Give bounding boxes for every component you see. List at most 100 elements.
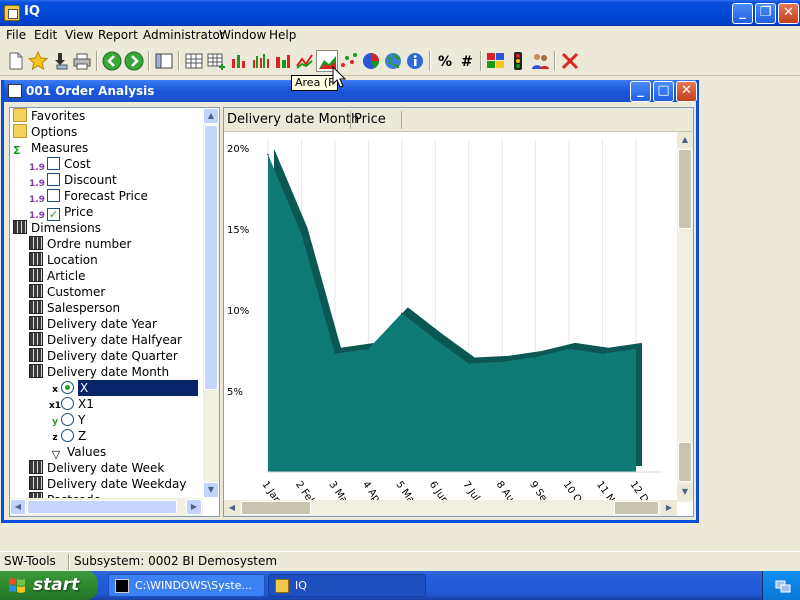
view-panel-icon[interactable] [153, 50, 175, 72]
new-document-icon[interactable] [5, 50, 27, 72]
bar-chart-icon[interactable] [228, 50, 250, 72]
scroll-down-icon[interactable]: ▼ [203, 482, 219, 498]
values-item[interactable]: ▽ Values [49, 444, 106, 461]
dimension-item[interactable]: Location [29, 252, 98, 268]
chart-scroll-right-icon[interactable]: ▶ [661, 500, 677, 516]
taskbar-item-cmd[interactable]: C:\WINDOWS\Syste... [108, 574, 265, 597]
axis-radio[interactable] [61, 429, 74, 442]
measure-checkbox[interactable] [47, 173, 60, 186]
menu-bar: File Edit View Report Administrator Wind… [0, 26, 800, 46]
tree-item-favorites[interactable]: Favorites [13, 108, 85, 124]
dimension-icon [29, 476, 43, 490]
header-delivery-date-month[interactable]: Delivery date Month [227, 112, 359, 127]
download-icon[interactable] [49, 50, 71, 72]
axis-z-option[interactable]: zZ [49, 428, 86, 444]
dimension-item[interactable]: Delivery date Quarter [29, 348, 178, 364]
dimension-item[interactable]: Salesperson [29, 300, 120, 316]
dimensions-icon [13, 220, 27, 234]
measure-cost[interactable]: 1.9 Cost [29, 156, 91, 173]
axis-radio[interactable] [61, 413, 74, 426]
axis-y-option[interactable]: yY [49, 412, 85, 428]
menu-help[interactable]: Help [269, 28, 296, 42]
tree-item-measures[interactable]: Σ Measures [13, 140, 88, 157]
percent-icon[interactable]: % [434, 50, 456, 72]
header-price[interactable]: Price [354, 112, 386, 127]
tree-item-dimensions[interactable]: Dimensions [13, 220, 101, 236]
menu-administrator[interactable]: Administrator [143, 28, 225, 42]
tree-item-options[interactable]: Options [13, 124, 77, 140]
axis-radio[interactable] [61, 397, 74, 410]
chart-scroll-down-icon[interactable]: ▼ [677, 484, 693, 500]
pie-chart-icon[interactable] [360, 50, 382, 72]
dimension-tree: Favorites Options Σ Measures 1.9 Cost 1.9 D… [9, 107, 220, 517]
dimension-item[interactable]: Customer [29, 284, 105, 300]
menu-view[interactable]: View [65, 28, 93, 42]
restore-button[interactable]: ❐ [755, 3, 776, 24]
chart-scroll-up-icon[interactable]: ▲ [677, 132, 693, 148]
print-icon[interactable] [71, 50, 93, 72]
axis-radio-selected[interactable] [61, 381, 74, 394]
chart-vscroll-thumb-2[interactable] [678, 442, 692, 482]
chart-vscroll-thumb[interactable] [678, 149, 692, 229]
tree-vertical-scrollbar[interactable]: ▲ ▼ [203, 108, 219, 498]
scroll-up-icon[interactable]: ▲ [203, 108, 219, 124]
chart-scroll-left-icon[interactable]: ◀ [224, 500, 240, 516]
data-point [601, 352, 604, 355]
chart-hscroll-thumb-2[interactable] [614, 501, 659, 515]
svg-text:#: # [461, 54, 473, 70]
chart-vertical-scrollbar[interactable]: ▲ ▼ [677, 132, 693, 502]
dimension-item[interactable]: Ordre number [29, 236, 132, 252]
axis-x-option[interactable]: xX [49, 380, 198, 396]
dimension-item[interactable]: Delivery date Halfyear [29, 332, 182, 348]
start-button[interactable]: start [0, 571, 98, 600]
hash-icon[interactable]: # [456, 50, 478, 72]
child-maximize-button[interactable]: □ [653, 81, 674, 102]
traffic-light-icon[interactable] [507, 50, 529, 72]
axis-x1-option[interactable]: x1 X1 [49, 396, 94, 412]
svg-text:%: % [438, 54, 452, 70]
forward-icon[interactable] [123, 50, 145, 72]
menu-window[interactable]: Window [219, 28, 266, 42]
minimize-button[interactable]: _ [732, 3, 753, 24]
favorite-star-icon[interactable] [27, 50, 49, 72]
scroll-left-icon[interactable]: ◀ [10, 499, 26, 515]
data-point [534, 356, 537, 358]
measure-discount[interactable]: 1.9 Discount [29, 172, 117, 189]
chart-horizontal-scrollbar[interactable]: ◀ ▶ [224, 500, 677, 516]
measure-price[interactable]: 1.9 ✓ Price [29, 204, 93, 221]
users-icon[interactable] [529, 50, 551, 72]
status-bar: SW-Tools Subsystem: 0002 BI Demosystem [0, 551, 800, 571]
info-icon[interactable] [404, 50, 426, 72]
tree-vscroll-thumb[interactable] [204, 125, 218, 390]
tree-horizontal-scrollbar[interactable]: ◀ ▶ [10, 498, 203, 516]
table-icon[interactable] [183, 50, 205, 72]
dimension-item[interactable]: Delivery date Week [29, 460, 164, 476]
dimension-item[interactable]: Delivery date Year [29, 316, 157, 332]
dimension-item[interactable]: Delivery date Weekday [29, 476, 186, 492]
globe-icon[interactable] [382, 50, 404, 72]
tree-hscroll-thumb[interactable] [27, 500, 177, 514]
taskbar-item-iq[interactable]: IQ [268, 574, 426, 597]
table-add-icon[interactable] [205, 50, 227, 72]
color-grid-icon[interactable] [485, 50, 507, 72]
child-close-button[interactable]: ✕ [676, 81, 697, 102]
menu-edit[interactable]: Edit [34, 28, 57, 42]
measure-checkbox[interactable] [47, 189, 60, 202]
back-icon[interactable] [101, 50, 123, 72]
toolbar: % # [0, 46, 800, 76]
child-minimize-button[interactable]: _ [630, 81, 651, 102]
measure-checkbox[interactable] [47, 157, 60, 170]
bar-chart-3-icon[interactable] [272, 50, 294, 72]
dimension-item[interactable]: Article [29, 268, 86, 284]
bar-chart-2-icon[interactable] [250, 50, 272, 72]
menu-file[interactable]: File [6, 28, 26, 42]
close-button[interactable]: ✕ [778, 3, 799, 24]
line-chart-icon[interactable] [294, 50, 316, 72]
measure-forecast-price[interactable]: 1.9 Forecast Price [29, 188, 148, 205]
scroll-right-icon[interactable]: ▶ [186, 499, 202, 515]
chart-hscroll-thumb[interactable] [241, 501, 311, 515]
menu-report[interactable]: Report [98, 28, 138, 42]
dimension-item-expanded[interactable]: Delivery date Month [29, 364, 169, 380]
delete-icon[interactable] [559, 50, 581, 72]
network-icon[interactable] [775, 578, 791, 594]
